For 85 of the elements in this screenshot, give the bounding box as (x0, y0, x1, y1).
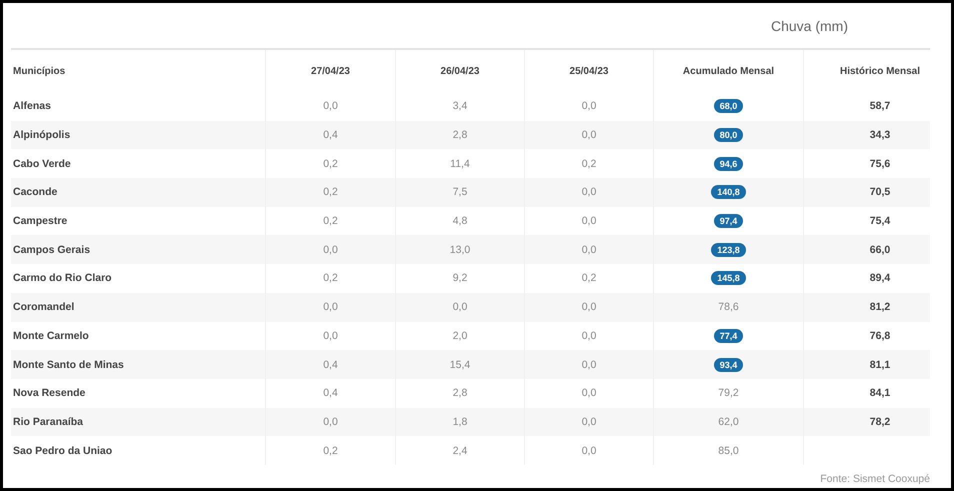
city-name: Monte Santo de Minas (13, 358, 124, 371)
table-cell: 4,8 (452, 215, 468, 228)
table-cell: 0,2 (323, 272, 338, 284)
column-header: Histórico Mensal (840, 64, 920, 78)
column-header: Municípios (13, 64, 66, 78)
table-cell: 76,8 (870, 330, 890, 342)
table-cell: 0,4 (323, 358, 338, 371)
value-badge: 77,4 (714, 328, 744, 343)
table-cell: 75,6 (870, 158, 890, 170)
table-cell: 0,0 (323, 244, 338, 256)
table-cell: 78,2 (870, 416, 890, 428)
table-cell: 66,0 (870, 244, 890, 256)
table-cell: 0,2 (323, 186, 338, 198)
table-cell: 11,4 (450, 158, 470, 170)
table-cell: 0,0 (582, 387, 596, 400)
table-cell: 15,4 (450, 358, 470, 371)
column-header: 26/04/23 (440, 64, 480, 78)
table-cell: 7,5 (452, 186, 468, 198)
table-cell: 0,0 (582, 358, 596, 371)
city-name: Alpinópolis (13, 129, 70, 142)
value-badge: 97,4 (714, 214, 744, 228)
table-cell: 0,4 (323, 129, 338, 142)
city-name: Cabo Verde (13, 158, 71, 170)
value-badge: 123,8 (711, 242, 746, 257)
value-badge: 68,0 (714, 99, 744, 114)
table-cell: 0,0 (582, 244, 596, 256)
table-cell: 58,7 (870, 100, 890, 112)
table-cell: 81,2 (870, 301, 890, 314)
table-cell: 62,0 (718, 416, 739, 428)
city-name: Carmo do Rio Claro (13, 272, 112, 284)
table-cell: 0,0 (582, 330, 596, 342)
table-cell: 0,2 (323, 215, 338, 228)
city-name: Sao Pedro da Uniao (13, 444, 112, 457)
city-name: Rio Paranaíba (13, 416, 84, 428)
table-cell: 0,0 (323, 100, 338, 112)
table-cell: 0,2 (323, 158, 338, 170)
table-cell: 0,2 (582, 158, 596, 170)
value-badge: 80,0 (714, 128, 744, 142)
table-cell: 9,2 (452, 272, 468, 284)
table-cell: 0,0 (582, 100, 596, 112)
table-cell: 0,0 (582, 444, 596, 457)
city-name: Coromandel (13, 301, 74, 314)
city-name: Alfenas (13, 100, 51, 112)
city-name: Campos Gerais (13, 244, 90, 256)
city-name: Nova Resende (13, 387, 86, 400)
table-cell: 2,4 (452, 444, 468, 457)
table-cell: 0,0 (323, 330, 338, 342)
source-note: Fonte: Sismet Cooxupé (820, 472, 930, 485)
table-cell: 34,3 (870, 129, 890, 142)
table-cell: 89,4 (870, 272, 890, 284)
table-cell: 79,2 (718, 387, 739, 400)
table-cell: 70,5 (870, 186, 890, 198)
table-cell: 75,4 (870, 215, 890, 228)
table-cell: 0,0 (323, 416, 338, 428)
table-cell: 0,2 (323, 444, 338, 457)
value-badge: 93,4 (714, 358, 744, 372)
table-cell: 0,0 (452, 301, 468, 314)
table-cell: 13,0 (450, 244, 470, 256)
table-cell: 1,8 (452, 416, 468, 428)
value-badge: 145,8 (711, 271, 746, 286)
city-name: Caconde (13, 186, 58, 198)
table-cell: 2,0 (452, 330, 468, 342)
column-header: 25/04/23 (570, 64, 608, 78)
table-cell: 0,0 (582, 129, 596, 142)
table-cell: 0,2 (582, 272, 596, 284)
table-cell: 2,8 (452, 129, 468, 142)
table-cell: 0,4 (323, 387, 338, 400)
column-header: Acumulado Mensal (682, 64, 774, 78)
table-cell: 81,1 (870, 358, 890, 371)
table-title: Chuva (mm) (770, 18, 848, 34)
table-cell: 78,6 (718, 301, 739, 314)
table-cell: 0,0 (582, 416, 596, 428)
table-cell: 2,8 (452, 387, 468, 400)
table-cell: 0,0 (582, 186, 596, 198)
city-name: Campestre (13, 215, 68, 228)
value-badge: 140,8 (711, 185, 746, 200)
table-cell: 84,1 (870, 387, 890, 400)
column-header: 27/04/23 (311, 64, 350, 78)
city-name: Monte Carmelo (13, 330, 89, 342)
table-cell: 0,0 (582, 301, 596, 314)
value-badge: 94,6 (714, 156, 744, 171)
table-cell: 0,0 (323, 301, 338, 314)
table-cell: 0,0 (582, 215, 596, 228)
table-cell: 3,4 (452, 100, 468, 112)
table-cell: 85,0 (718, 444, 739, 457)
